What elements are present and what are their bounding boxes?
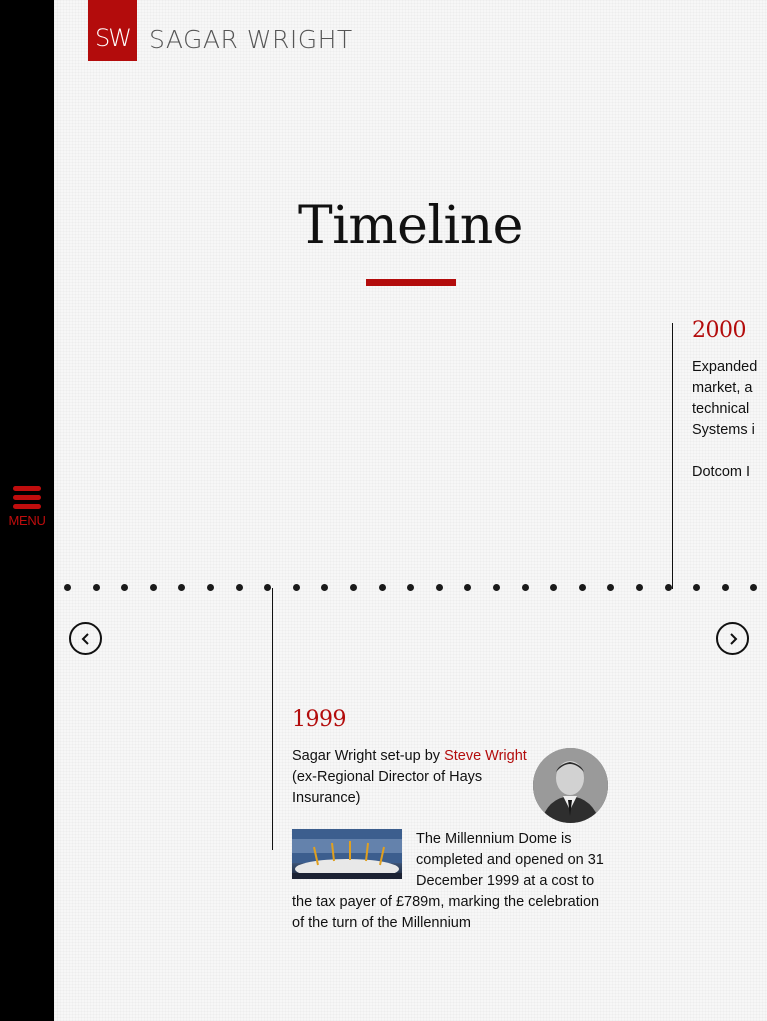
timeline-dot[interactable] [207,584,214,591]
timeline-dot[interactable] [178,584,186,591]
previous-button[interactable] [69,622,102,655]
timeline-dot[interactable] [750,584,758,591]
timeline-dot[interactable] [550,584,558,591]
entry-text: Sagar Wright set-up by Steve Wright (ex-… [292,748,527,806]
timeline-dot[interactable] [664,584,672,591]
timeline-dot[interactable] [464,584,472,591]
timeline-track [64,584,764,594]
timeline-dot[interactable] [407,584,415,591]
chevron-left-icon [81,632,89,645]
next-button[interactable] [716,622,749,655]
timeline-page: MENU SW SAGAR WRIGHT Timeline 2000 Expan… [0,0,767,1021]
timeline-dot[interactable] [350,584,357,591]
entry-secondary-text: The Millennium Dome is completed and ope… [292,831,604,931]
brand-logo[interactable]: SW SAGAR WRIGHT [88,0,353,61]
timeline-dot[interactable] [607,584,615,591]
timeline-dot[interactable] [121,584,129,591]
timeline-dot[interactable] [235,584,243,591]
steve-wright-link[interactable]: Steve Wright [444,748,527,764]
logo-mark: SW [88,0,137,61]
timeline-connector-2000 [672,323,673,589]
menu-button[interactable]: MENU [0,486,54,528]
timeline-dot[interactable] [578,584,586,591]
timeline-dot[interactable] [264,584,272,591]
entry-year: 1999 [292,707,347,732]
page-title: Timeline [298,196,523,256]
entry-year: 2000 [692,318,747,343]
avatar [533,748,608,823]
timeline-dot[interactable] [493,584,500,591]
hamburger-icon [13,486,41,509]
timeline-dot[interactable] [693,584,701,591]
timeline-dot[interactable] [721,584,729,591]
timeline-dot[interactable] [521,584,529,591]
timeline-entry-2000: 2000 Expanded market, a technical System… [692,318,767,498]
title-underline [366,279,456,286]
chevron-right-icon [729,632,737,645]
timeline-dot[interactable] [435,584,443,591]
timeline-dot[interactable] [92,584,100,591]
menu-label: MENU [8,513,46,528]
timeline-connector-1999 [272,588,273,850]
entry-text: Expanded market, a technical Systems i [692,359,758,438]
timeline-dot[interactable] [292,584,300,591]
timeline-dot[interactable] [378,584,386,591]
timeline-dot[interactable] [64,584,71,591]
sidebar: MENU [0,0,54,1021]
timeline-dot[interactable] [636,584,643,591]
timeline-dot[interactable] [321,584,329,591]
entry-secondary-text: Dotcom I [692,464,751,480]
timeline-dot[interactable] [149,584,157,591]
brand-name: SAGAR WRIGHT [149,25,353,54]
